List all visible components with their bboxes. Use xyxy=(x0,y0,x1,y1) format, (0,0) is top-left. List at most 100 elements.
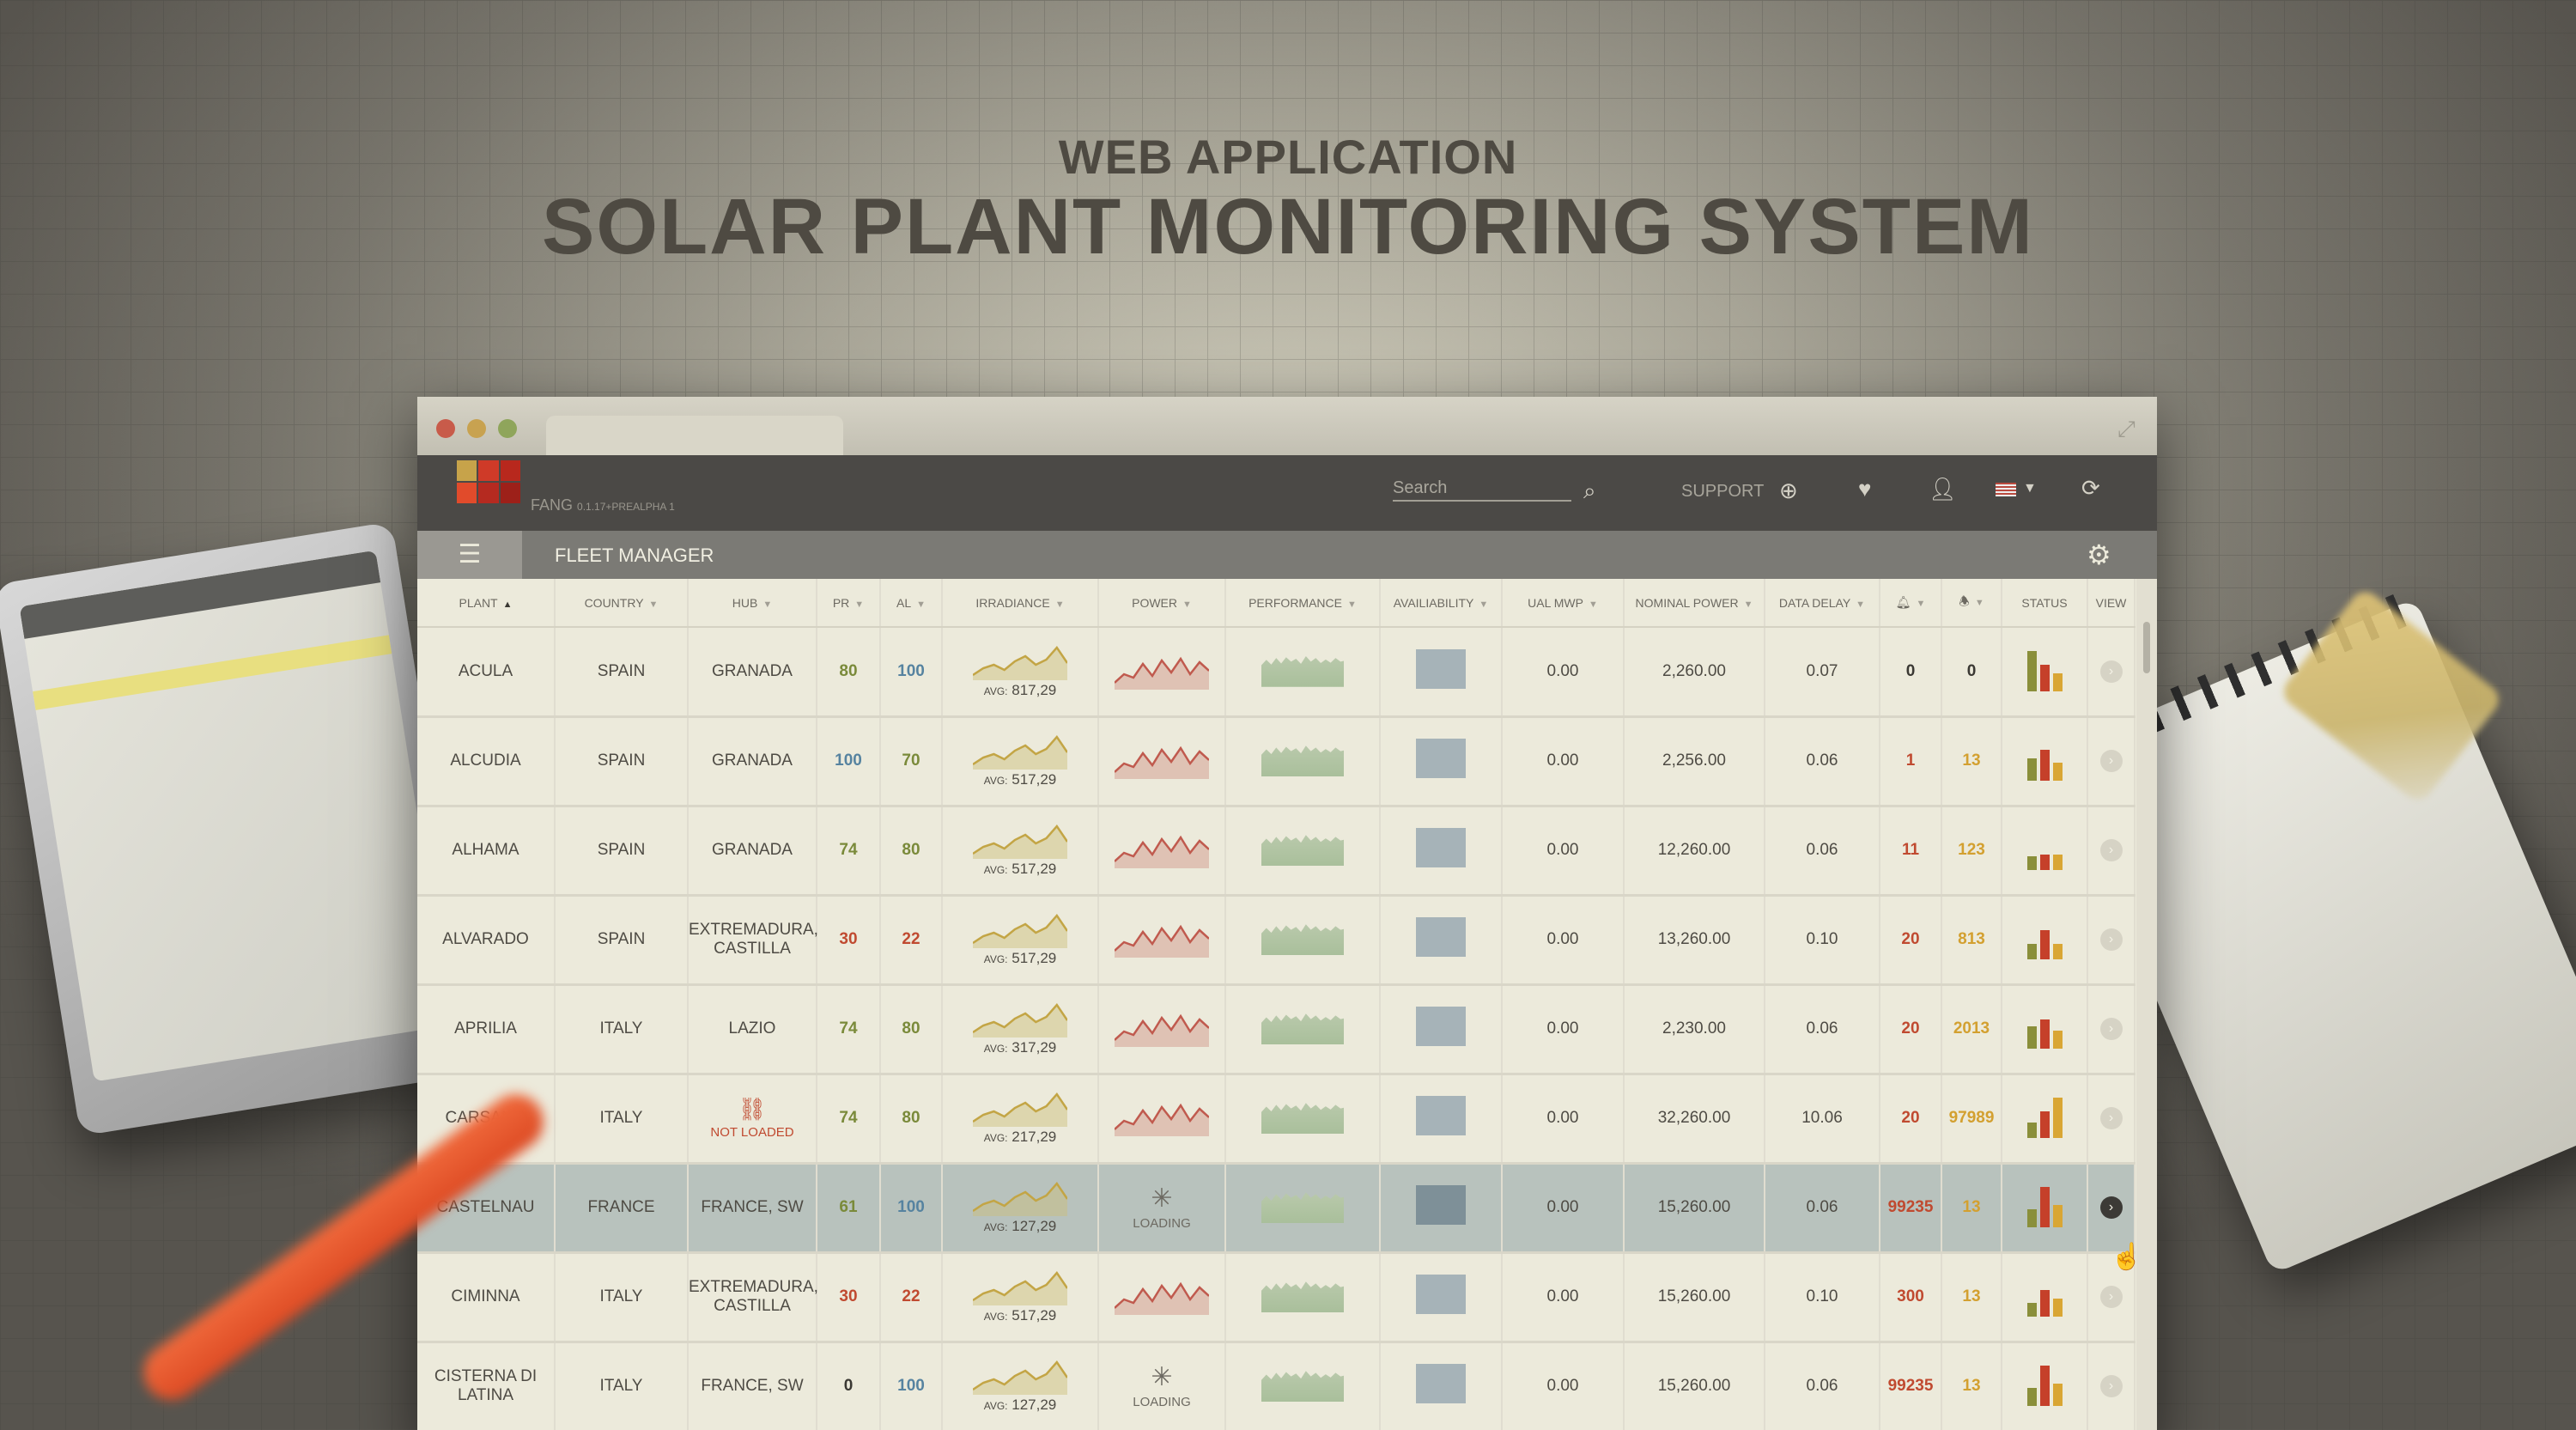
view-arrow-icon[interactable]: › xyxy=(2099,750,2123,772)
filter-chevron-icon[interactable]: ▼ xyxy=(1479,599,1488,610)
logo-icon[interactable] xyxy=(457,460,520,503)
maximize-window-button[interactable] xyxy=(498,419,517,438)
heart-icon[interactable]: ♥ xyxy=(1858,476,1871,502)
filter-chevron-icon[interactable]: ▼ xyxy=(1182,599,1192,610)
filter-chevron-icon[interactable]: ▼ xyxy=(1055,599,1065,610)
view-arrow-icon[interactable]: › xyxy=(2099,1018,2123,1040)
filter-chevron-icon[interactable]: ▼ xyxy=(916,599,926,610)
performance-chart xyxy=(1261,1371,1344,1402)
bell-outline-icon[interactable]: 🕭 xyxy=(1959,594,1970,608)
close-window-button[interactable] xyxy=(436,419,455,438)
chevron-down-icon[interactable]: ▼ xyxy=(2023,481,2037,496)
cell-availability xyxy=(1380,984,1503,1075)
cell-view: › xyxy=(2087,806,2136,897)
column-header-plant[interactable]: PLANT ▲ xyxy=(417,579,556,628)
avg-prefix: AVG: xyxy=(983,775,1008,787)
filter-chevron-icon[interactable]: ▼ xyxy=(1916,599,1925,609)
column-header-pr[interactable]: PR ▼ xyxy=(817,579,881,628)
bell-filled-icon[interactable]: 🔔︎ xyxy=(1896,595,1911,609)
support-link[interactable]: SUPPORT xyxy=(1681,482,1764,502)
support-icon[interactable]: ⊕ xyxy=(1779,478,1798,504)
table-row[interactable]: APRILIA ITALY LAZIO 74 80 AVG: 317,29 0.00 2,23… xyxy=(417,984,2136,1075)
column-header-irradiance[interactable]: IRRADIANCE ▼ xyxy=(942,579,1099,628)
filter-chevron-icon[interactable]: ▼ xyxy=(649,599,659,610)
filter-chevron-icon[interactable]: ▼ xyxy=(1589,599,1598,610)
cell-plant: ALHAMA xyxy=(417,806,556,897)
hub-value: LAZIO xyxy=(728,1019,776,1038)
column-header-hub[interactable]: HUB ▼ xyxy=(688,579,817,628)
table-row[interactable]: CIMINNA ITALY EXTREMADURA, CASTILLA 30 22 AVG… xyxy=(417,1252,2136,1343)
sort-ascending-icon[interactable]: ▲ xyxy=(503,599,513,610)
expand-icon[interactable]: ⤢ xyxy=(2117,416,2136,443)
browser-tab[interactable] xyxy=(546,416,843,455)
cell-ual: 0.00 xyxy=(1502,1342,1625,1430)
minimize-window-button[interactable] xyxy=(467,419,486,438)
search-icon[interactable]: ⌕ xyxy=(1583,478,1596,505)
flag-us-icon[interactable] xyxy=(1996,483,2016,496)
cell-pr: 61 xyxy=(817,1163,881,1254)
table-row[interactable]: CASTELNAU FRANCE FRANCE, SW 61 100 AVG: 127,2… xyxy=(417,1163,2136,1254)
menu-toggle-icon[interactable]: ☰ xyxy=(417,531,522,579)
cell-status xyxy=(2002,1074,2088,1165)
column-header-al[interactable]: AL ▼ xyxy=(880,579,943,628)
column-header-alert[interactable]: 🕭 ▼ xyxy=(1941,579,2002,628)
cell-hub: LAZIO xyxy=(688,984,817,1075)
view-arrow-icon[interactable]: › xyxy=(2099,660,2123,683)
scroll-thumb[interactable] xyxy=(2143,622,2150,673)
cell-power xyxy=(1098,1252,1226,1343)
table-row[interactable]: ALVARADO SPAIN EXTREMADURA, CASTILLA 30 22 AV… xyxy=(417,895,2136,986)
cell-plant: APRILIA xyxy=(417,984,556,1075)
plant-value: CIMINNA xyxy=(451,1287,520,1305)
cell-nominal: 12,260.00 xyxy=(1624,806,1765,897)
power-sparkline xyxy=(1115,745,1209,779)
user-icon[interactable]: 👤︎ xyxy=(1929,476,1957,502)
loading-text: LOADING xyxy=(1133,1394,1191,1409)
avg-value: 127,29 xyxy=(1012,1397,1057,1413)
column-header-status[interactable]: STATUS xyxy=(2002,579,2088,628)
column-header-delay[interactable]: DATA DELAY ▼ xyxy=(1765,579,1880,628)
cell-ual: 0.00 xyxy=(1502,984,1625,1075)
filter-chevron-icon[interactable]: ▼ xyxy=(1744,599,1753,610)
view-arrow-icon[interactable]: › xyxy=(2099,1196,2123,1219)
view-arrow-icon[interactable]: › xyxy=(2099,839,2123,861)
power-sparkline-area xyxy=(1115,1016,1209,1047)
column-header-nominal[interactable]: NOMINAL POWER ▼ xyxy=(1624,579,1765,628)
status-bar xyxy=(2026,650,2037,691)
cell-irradiance: AVG: 217,29 xyxy=(942,1074,1099,1165)
filter-chevron-icon[interactable]: ▼ xyxy=(1856,599,1865,610)
filter-chevron-icon[interactable]: ▼ xyxy=(762,599,772,610)
cell-al: 70 xyxy=(880,716,943,807)
performance-chart xyxy=(1261,924,1344,955)
column-header-country[interactable]: COUNTRY ▼ xyxy=(555,579,689,628)
filter-chevron-icon[interactable]: ▼ xyxy=(1347,599,1357,610)
cell-pr: 30 xyxy=(817,895,881,986)
table-row[interactable]: CISTERNA DI LATINA ITALY FRANCE, SW 0 100 AVG… xyxy=(417,1342,2136,1430)
ual-value: 0.00 xyxy=(1546,661,1579,680)
column-header-ual[interactable]: UAL MWP ▼ xyxy=(1502,579,1625,628)
settings-gear-icon[interactable]: ⚙ xyxy=(2087,539,2111,571)
column-header-alarm[interactable]: 🔔︎ ▼ xyxy=(1880,579,1942,628)
cell-availability xyxy=(1380,716,1503,807)
view-arrow-icon[interactable]: › xyxy=(2099,1286,2123,1308)
column-header-availability[interactable]: AVAILIABILITY ▼ xyxy=(1380,579,1503,628)
view-arrow-icon[interactable]: › xyxy=(2099,928,2123,951)
filter-chevron-icon[interactable]: ▼ xyxy=(854,599,864,610)
column-header-performance[interactable]: PERFORMANCE ▼ xyxy=(1225,579,1381,628)
logo-square xyxy=(500,460,520,481)
column-header-view[interactable]: VIEW xyxy=(2087,579,2136,628)
refresh-icon[interactable]: ⟳ xyxy=(2081,475,2100,502)
availability-block xyxy=(1416,828,1466,867)
scrollbar[interactable] xyxy=(2136,579,2157,1430)
filter-chevron-icon[interactable]: ▼ xyxy=(1975,598,1984,608)
cell-al: 100 xyxy=(880,1163,943,1254)
column-header-power[interactable]: POWER ▼ xyxy=(1098,579,1226,628)
table-row[interactable]: ALHAMA SPAIN GRANADA 74 80 AVG: 517,29 0.00 12,… xyxy=(417,806,2136,897)
country-value: ITALY xyxy=(599,1377,643,1395)
search-input[interactable] xyxy=(1393,476,1571,502)
table-row[interactable]: ACULA SPAIN GRANADA 80 100 AVG: 817,29 0.00 2,2… xyxy=(417,627,2136,718)
cell-alarm: 1 xyxy=(1880,716,1942,807)
table-row[interactable]: ALCUDIA SPAIN GRANADA 100 70 AVG: 517,29 0.00 2… xyxy=(417,716,2136,807)
table-row[interactable]: CARSANOITALY⛓NOT LOADED7480AVG: 217,290.… xyxy=(417,1074,2136,1165)
view-arrow-icon[interactable]: › xyxy=(2099,1375,2123,1397)
view-arrow-icon[interactable]: › xyxy=(2099,1107,2123,1129)
